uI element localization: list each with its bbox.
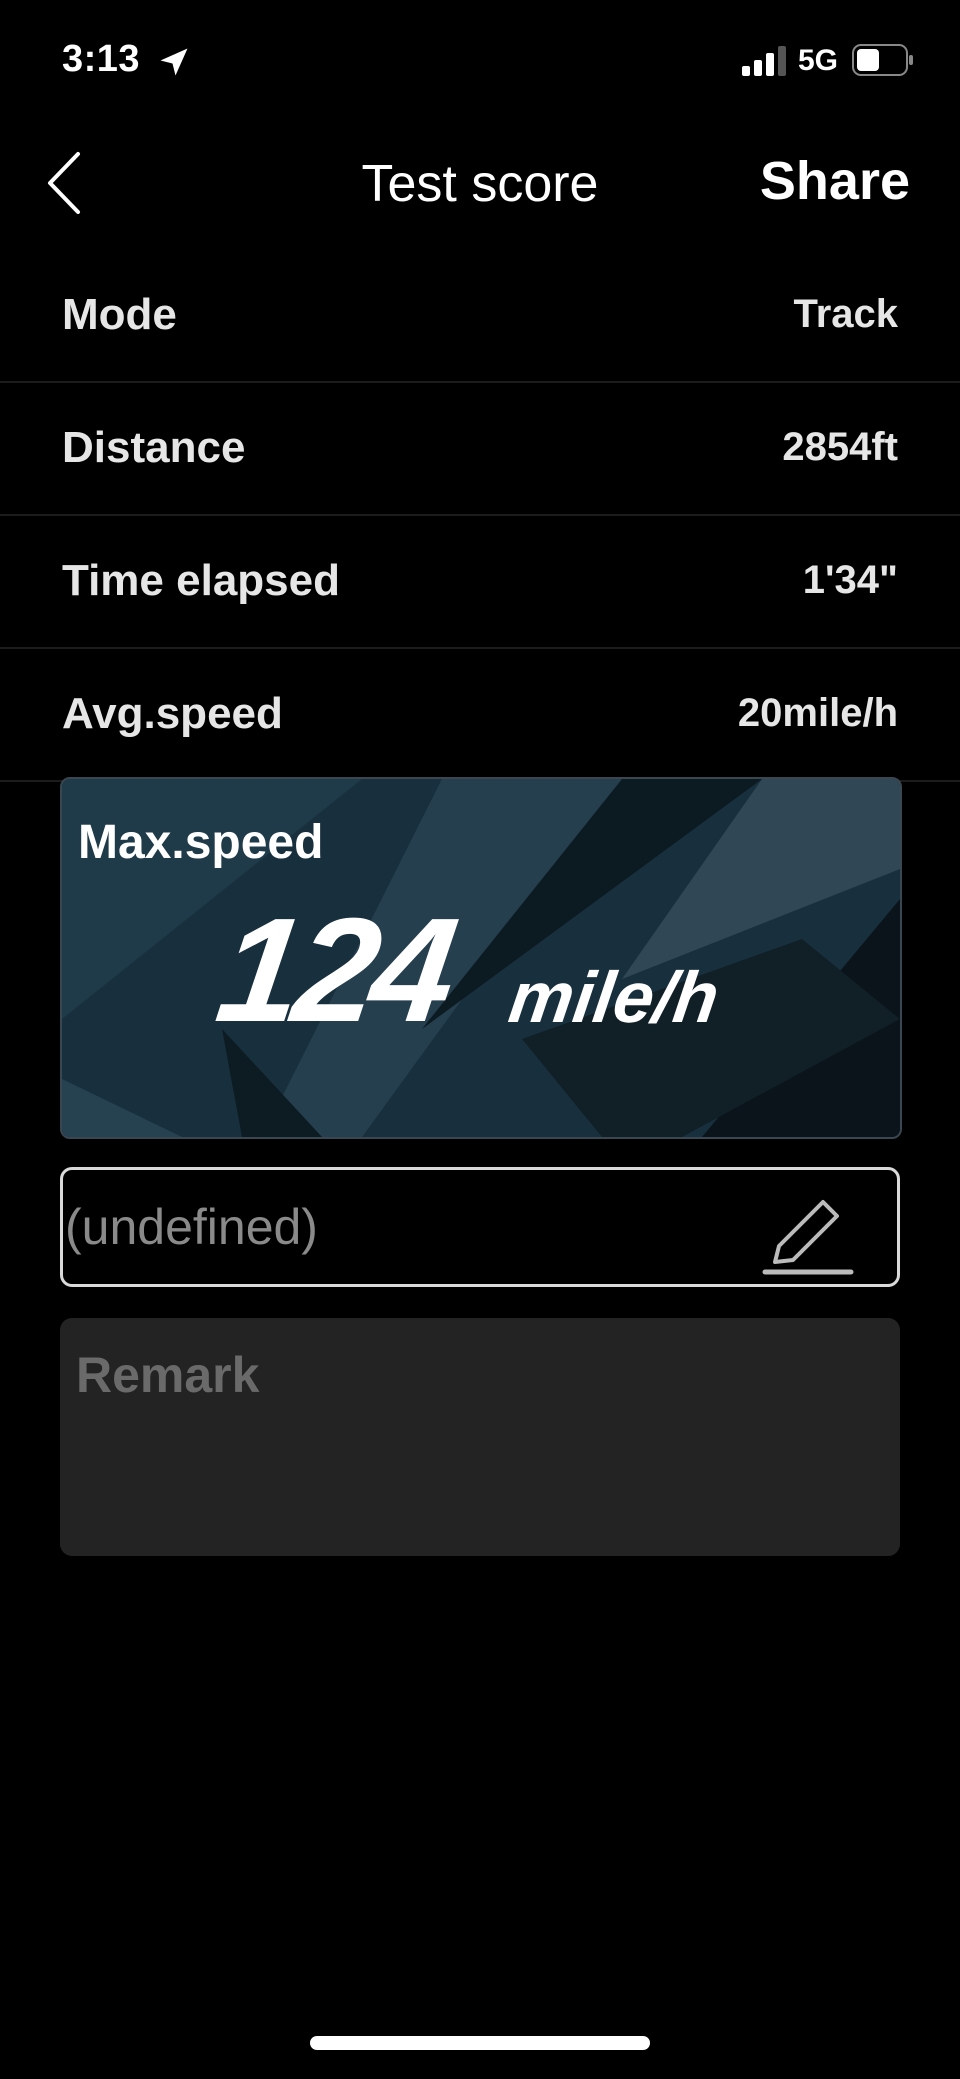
info-value: 1'34" <box>802 558 898 602</box>
info-value: 2854ft <box>782 425 898 469</box>
max-speed-label: Max.speed <box>78 816 324 869</box>
name-field[interactable]: (undefined) <box>60 1167 900 1287</box>
info-value: Track <box>793 292 898 336</box>
info-row-distance: Distance 2854ft <box>0 383 960 516</box>
info-row-time-elapsed: Time elapsed 1'34" <box>0 516 960 649</box>
status-bar: 3:13 5G <box>0 0 960 120</box>
name-field-value: (undefined) <box>65 1199 318 1255</box>
info-row-avg-speed: Avg.speed 20mile/h <box>0 649 960 782</box>
pencil-edit-icon[interactable] <box>761 1184 857 1276</box>
info-label: Mode <box>62 290 177 339</box>
battery-icon <box>852 44 913 76</box>
info-label: Distance <box>62 423 246 472</box>
info-row-mode: Mode Track <box>0 250 960 383</box>
nav-bar: Test score Share <box>0 130 960 240</box>
info-list: Mode Track Distance 2854ft Time elapsed … <box>0 250 960 782</box>
max-speed-unit: mile/h <box>504 958 724 1038</box>
remark-textarea[interactable]: Remark <box>60 1318 900 1556</box>
home-indicator <box>310 2036 650 2050</box>
cellular-signal-icon <box>742 46 786 76</box>
info-label: Time elapsed <box>62 556 340 605</box>
status-time: 3:13 <box>62 38 141 80</box>
max-speed-value: 124 <box>208 888 461 1053</box>
max-speed-card: Max.speed 124 mile/h <box>60 777 902 1139</box>
info-label: Avg.speed <box>62 689 283 738</box>
share-button[interactable]: Share <box>760 150 910 212</box>
location-arrow-icon <box>160 48 188 76</box>
network-label: 5G <box>798 44 839 77</box>
info-value: 20mile/h <box>737 691 898 735</box>
remark-placeholder: Remark <box>76 1347 260 1403</box>
